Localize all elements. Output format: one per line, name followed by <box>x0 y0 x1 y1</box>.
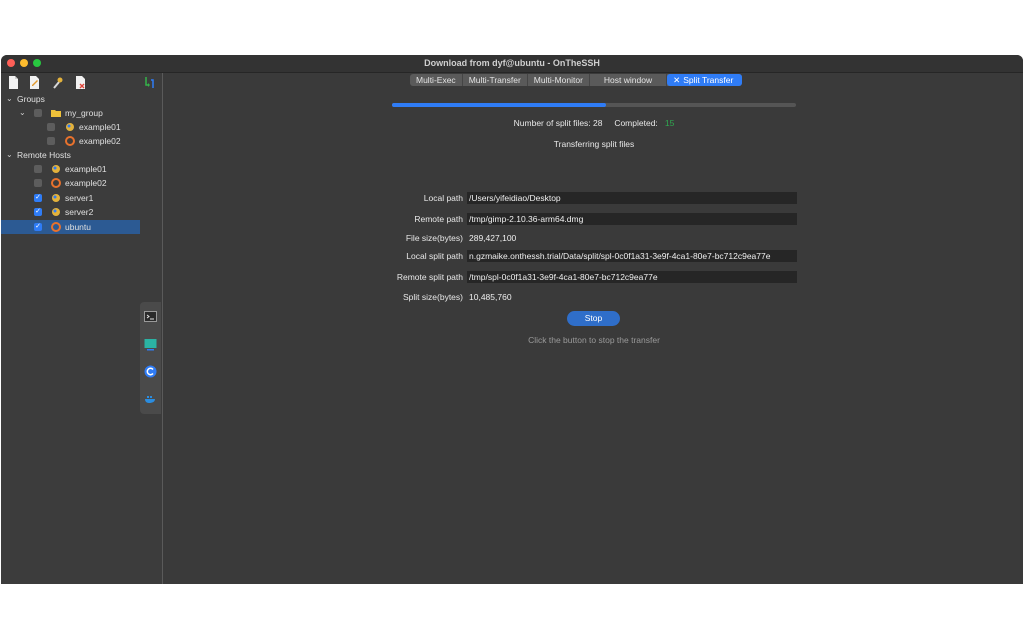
docker-icon[interactable] <box>144 392 157 405</box>
linux-host-icon <box>52 165 60 173</box>
group-example01-checkbox[interactable] <box>47 123 55 131</box>
tab-bar: Multi-Exec Multi-Transfer Multi-Monitor … <box>410 74 743 86</box>
transfer-progress-fill <box>392 103 607 107</box>
linux-host-icon <box>52 208 60 216</box>
linux-host-icon <box>52 194 60 202</box>
window-title: Download from dyf@ubuntu - OnTheSSH <box>424 58 600 68</box>
groups-label: Groups <box>17 94 45 104</box>
remote-hosts-label: Remote Hosts <box>17 150 71 160</box>
host-ubuntu-label: ubuntu <box>65 222 91 232</box>
terminal-icon[interactable] <box>144 310 157 323</box>
host-server1-checkbox[interactable]: ✓ <box>34 194 42 202</box>
tab-split-transfer[interactable]: ✕ Split Transfer <box>667 74 743 86</box>
tree-host-server1[interactable]: ✓ server1 <box>1 191 140 205</box>
transfer-status: Transferring split files <box>553 139 635 149</box>
tree-group-example02[interactable]: example02 <box>1 134 140 148</box>
local-split-path-label: Local split path <box>406 251 463 261</box>
ubuntu-host-icon <box>65 136 75 146</box>
remote-split-path-label: Remote split path <box>396 272 463 282</box>
tab-multi-exec[interactable]: Multi-Exec <box>410 74 463 86</box>
stop-button[interactable]: Stop <box>567 311 620 326</box>
tab-multi-monitor[interactable]: Multi-Monitor <box>528 74 590 86</box>
host-server1-label: server1 <box>65 193 94 203</box>
group-example01-label: example01 <box>79 122 121 132</box>
new-file-icon[interactable] <box>8 76 19 89</box>
local-split-path-field[interactable]: n.gzmaike.onthessh.trial/Data/split/spl-… <box>467 250 797 262</box>
connect-icon[interactable] <box>144 365 157 378</box>
tree-host-ubuntu[interactable]: ✓ ubuntu <box>1 220 140 234</box>
tree-host-example02[interactable]: example02 <box>1 176 140 190</box>
sidebar: ⌄ Groups ⌄ my_group example01 example02 <box>1 73 163 584</box>
main-panel: Multi-Exec Multi-Transfer Multi-Monitor … <box>163 73 1023 584</box>
side-dock <box>140 302 161 414</box>
split-files-label: Number of split files: <box>513 118 591 128</box>
tools-icon[interactable] <box>52 76 63 89</box>
host-server2-checkbox[interactable]: ✓ <box>34 208 42 216</box>
tree-my-group[interactable]: ⌄ my_group <box>1 106 140 120</box>
app-window: Download from dyf@ubuntu - OnTheSSH ⌄ Gr… <box>1 55 1023 584</box>
edit-file-icon[interactable] <box>29 76 40 89</box>
title-bar: Download from dyf@ubuntu - OnTheSSH <box>1 55 1023 73</box>
split-size-label: Split size(bytes) <box>403 292 463 302</box>
delete-file-icon[interactable] <box>75 76 86 89</box>
ubuntu-host-icon <box>51 178 61 188</box>
file-size-value: 289,427,100 <box>469 233 517 243</box>
my-group-label: my_group <box>65 108 103 118</box>
local-path-field[interactable]: /Users/yifeidiao/Desktop <box>467 192 797 204</box>
split-size-value: 10,485,760 <box>469 292 512 302</box>
remote-path-label: Remote path <box>414 214 463 224</box>
monitor-icon[interactable] <box>144 338 157 351</box>
host-ubuntu-checkbox[interactable]: ✓ <box>34 223 42 231</box>
host-example01-label: example01 <box>65 164 107 174</box>
linux-host-icon <box>66 123 74 131</box>
ubuntu-host-icon <box>51 222 61 232</box>
close-tab-icon[interactable]: ✕ <box>673 75 680 85</box>
split-stats: Number of split files: 28 Completed: 15 <box>392 118 796 128</box>
tree-groups[interactable]: ⌄ Groups <box>1 92 140 106</box>
host-example02-label: example02 <box>65 178 107 188</box>
group-example02-label: example02 <box>79 136 121 146</box>
completed-label: Completed: <box>614 118 658 128</box>
transfer-progress-bar <box>392 103 796 107</box>
tree-host-example01[interactable]: example01 <box>1 162 140 176</box>
chevron-down-icon[interactable]: ⌄ <box>6 148 13 162</box>
tab-split-transfer-label: Split Transfer <box>683 75 734 85</box>
completed-value: 15 <box>664 118 675 128</box>
chevron-down-icon[interactable]: ⌄ <box>6 92 13 106</box>
host-example02-checkbox[interactable] <box>34 179 42 187</box>
remote-split-path-field[interactable]: /tmp/spl-0c0f1a31-3e9f-4ca1-80e7-bc712c9… <box>467 271 797 283</box>
split-files-value: 28 <box>593 118 603 128</box>
stop-hint: Click the button to stop the transfer <box>528 335 660 345</box>
file-size-label: File size(bytes) <box>405 233 463 243</box>
folder-icon <box>51 110 61 117</box>
chevron-down-icon[interactable]: ⌄ <box>19 106 26 120</box>
group-example02-checkbox[interactable] <box>47 137 55 145</box>
tab-host-window[interactable]: Host window <box>590 74 668 86</box>
sync-icon[interactable] <box>144 76 155 89</box>
tab-multi-transfer[interactable]: Multi-Transfer <box>463 74 528 86</box>
local-path-label: Local path <box>423 193 463 203</box>
tree-host-server2[interactable]: ✓ server2 <box>1 205 140 219</box>
my-group-checkbox[interactable] <box>34 109 42 117</box>
host-example01-checkbox[interactable] <box>34 165 42 173</box>
host-server2-label: server2 <box>65 207 94 217</box>
tree-remote-hosts[interactable]: ⌄ Remote Hosts <box>1 148 140 162</box>
remote-path-field[interactable]: /tmp/gimp-2.10.36-arm64.dmg <box>467 213 797 225</box>
sidebar-toolbar <box>1 73 162 92</box>
tree-group-example01[interactable]: example01 <box>1 120 140 134</box>
